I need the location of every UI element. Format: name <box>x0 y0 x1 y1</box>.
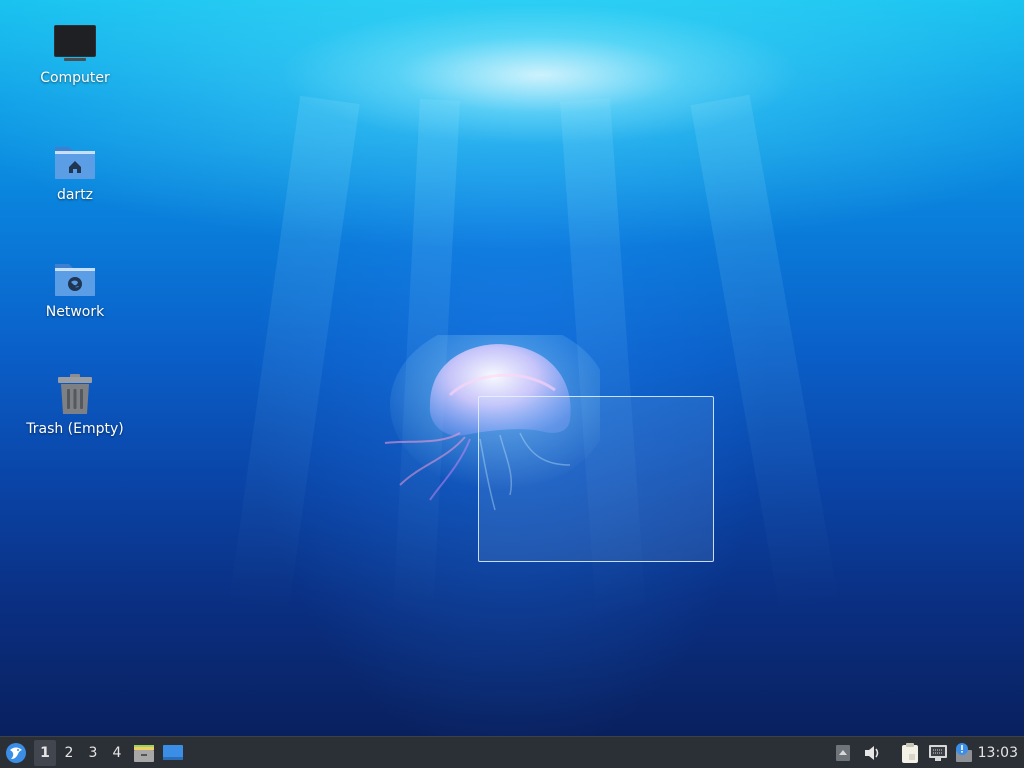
clipboard-button[interactable] <box>898 740 922 766</box>
trash-icon <box>58 374 92 414</box>
update-notifier-icon <box>956 743 972 762</box>
workspace-4-button[interactable]: 4 <box>106 740 128 766</box>
workspace-1-button[interactable]: 1 <box>34 740 56 766</box>
workspace-2-button[interactable]: 2 <box>58 740 80 766</box>
desktop-icon-network[interactable]: Network <box>20 256 130 346</box>
workspace-label: 3 <box>88 745 98 761</box>
desktop-icon-home[interactable]: dartz <box>20 139 130 229</box>
workspace-3-button[interactable]: 3 <box>82 740 104 766</box>
file-manager-icon <box>134 745 154 762</box>
network-folder-icon <box>55 264 95 296</box>
tray-arrow-icon <box>836 745 850 761</box>
desktop-icon-computer[interactable]: Computer <box>20 22 130 112</box>
desktop-icon-label: dartz <box>56 187 94 203</box>
home-folder-icon <box>55 147 95 179</box>
workspace-label: 4 <box>112 745 122 761</box>
desktop-icon-trash[interactable]: Trash (Empty) <box>20 373 130 463</box>
computer-icon <box>54 25 96 61</box>
workspace-label: 1 <box>40 745 50 761</box>
desktop-icon-label: Computer <box>40 70 110 86</box>
workspace-label: 2 <box>64 745 74 761</box>
tray-expand-button[interactable] <box>834 740 852 766</box>
clipboard-icon <box>902 743 918 763</box>
file-manager-launcher[interactable] <box>132 740 156 766</box>
network-connection-icon <box>929 745 947 761</box>
show-desktop-icon <box>163 745 183 760</box>
desktop-icon-label: Trash (Empty) <box>26 421 124 437</box>
selection-rectangle <box>478 396 714 562</box>
update-notifier-button[interactable] <box>952 740 976 766</box>
desktop[interactable]: Computer dartz Network Trash (Empty) <box>0 0 1024 736</box>
volume-icon <box>865 746 879 760</box>
clock[interactable]: 13:03 <box>978 740 1018 766</box>
volume-button[interactable] <box>860 740 884 766</box>
applications-menu-button[interactable] <box>4 740 28 766</box>
taskbar-panel: 1 2 3 4 13:03 <box>0 736 1024 768</box>
show-desktop-button[interactable] <box>160 740 186 766</box>
desktop-icon-label: Network <box>45 304 105 320</box>
light-ray <box>227 95 360 620</box>
network-connection-button[interactable] <box>926 740 950 766</box>
app-menu-logo-icon <box>6 743 26 763</box>
